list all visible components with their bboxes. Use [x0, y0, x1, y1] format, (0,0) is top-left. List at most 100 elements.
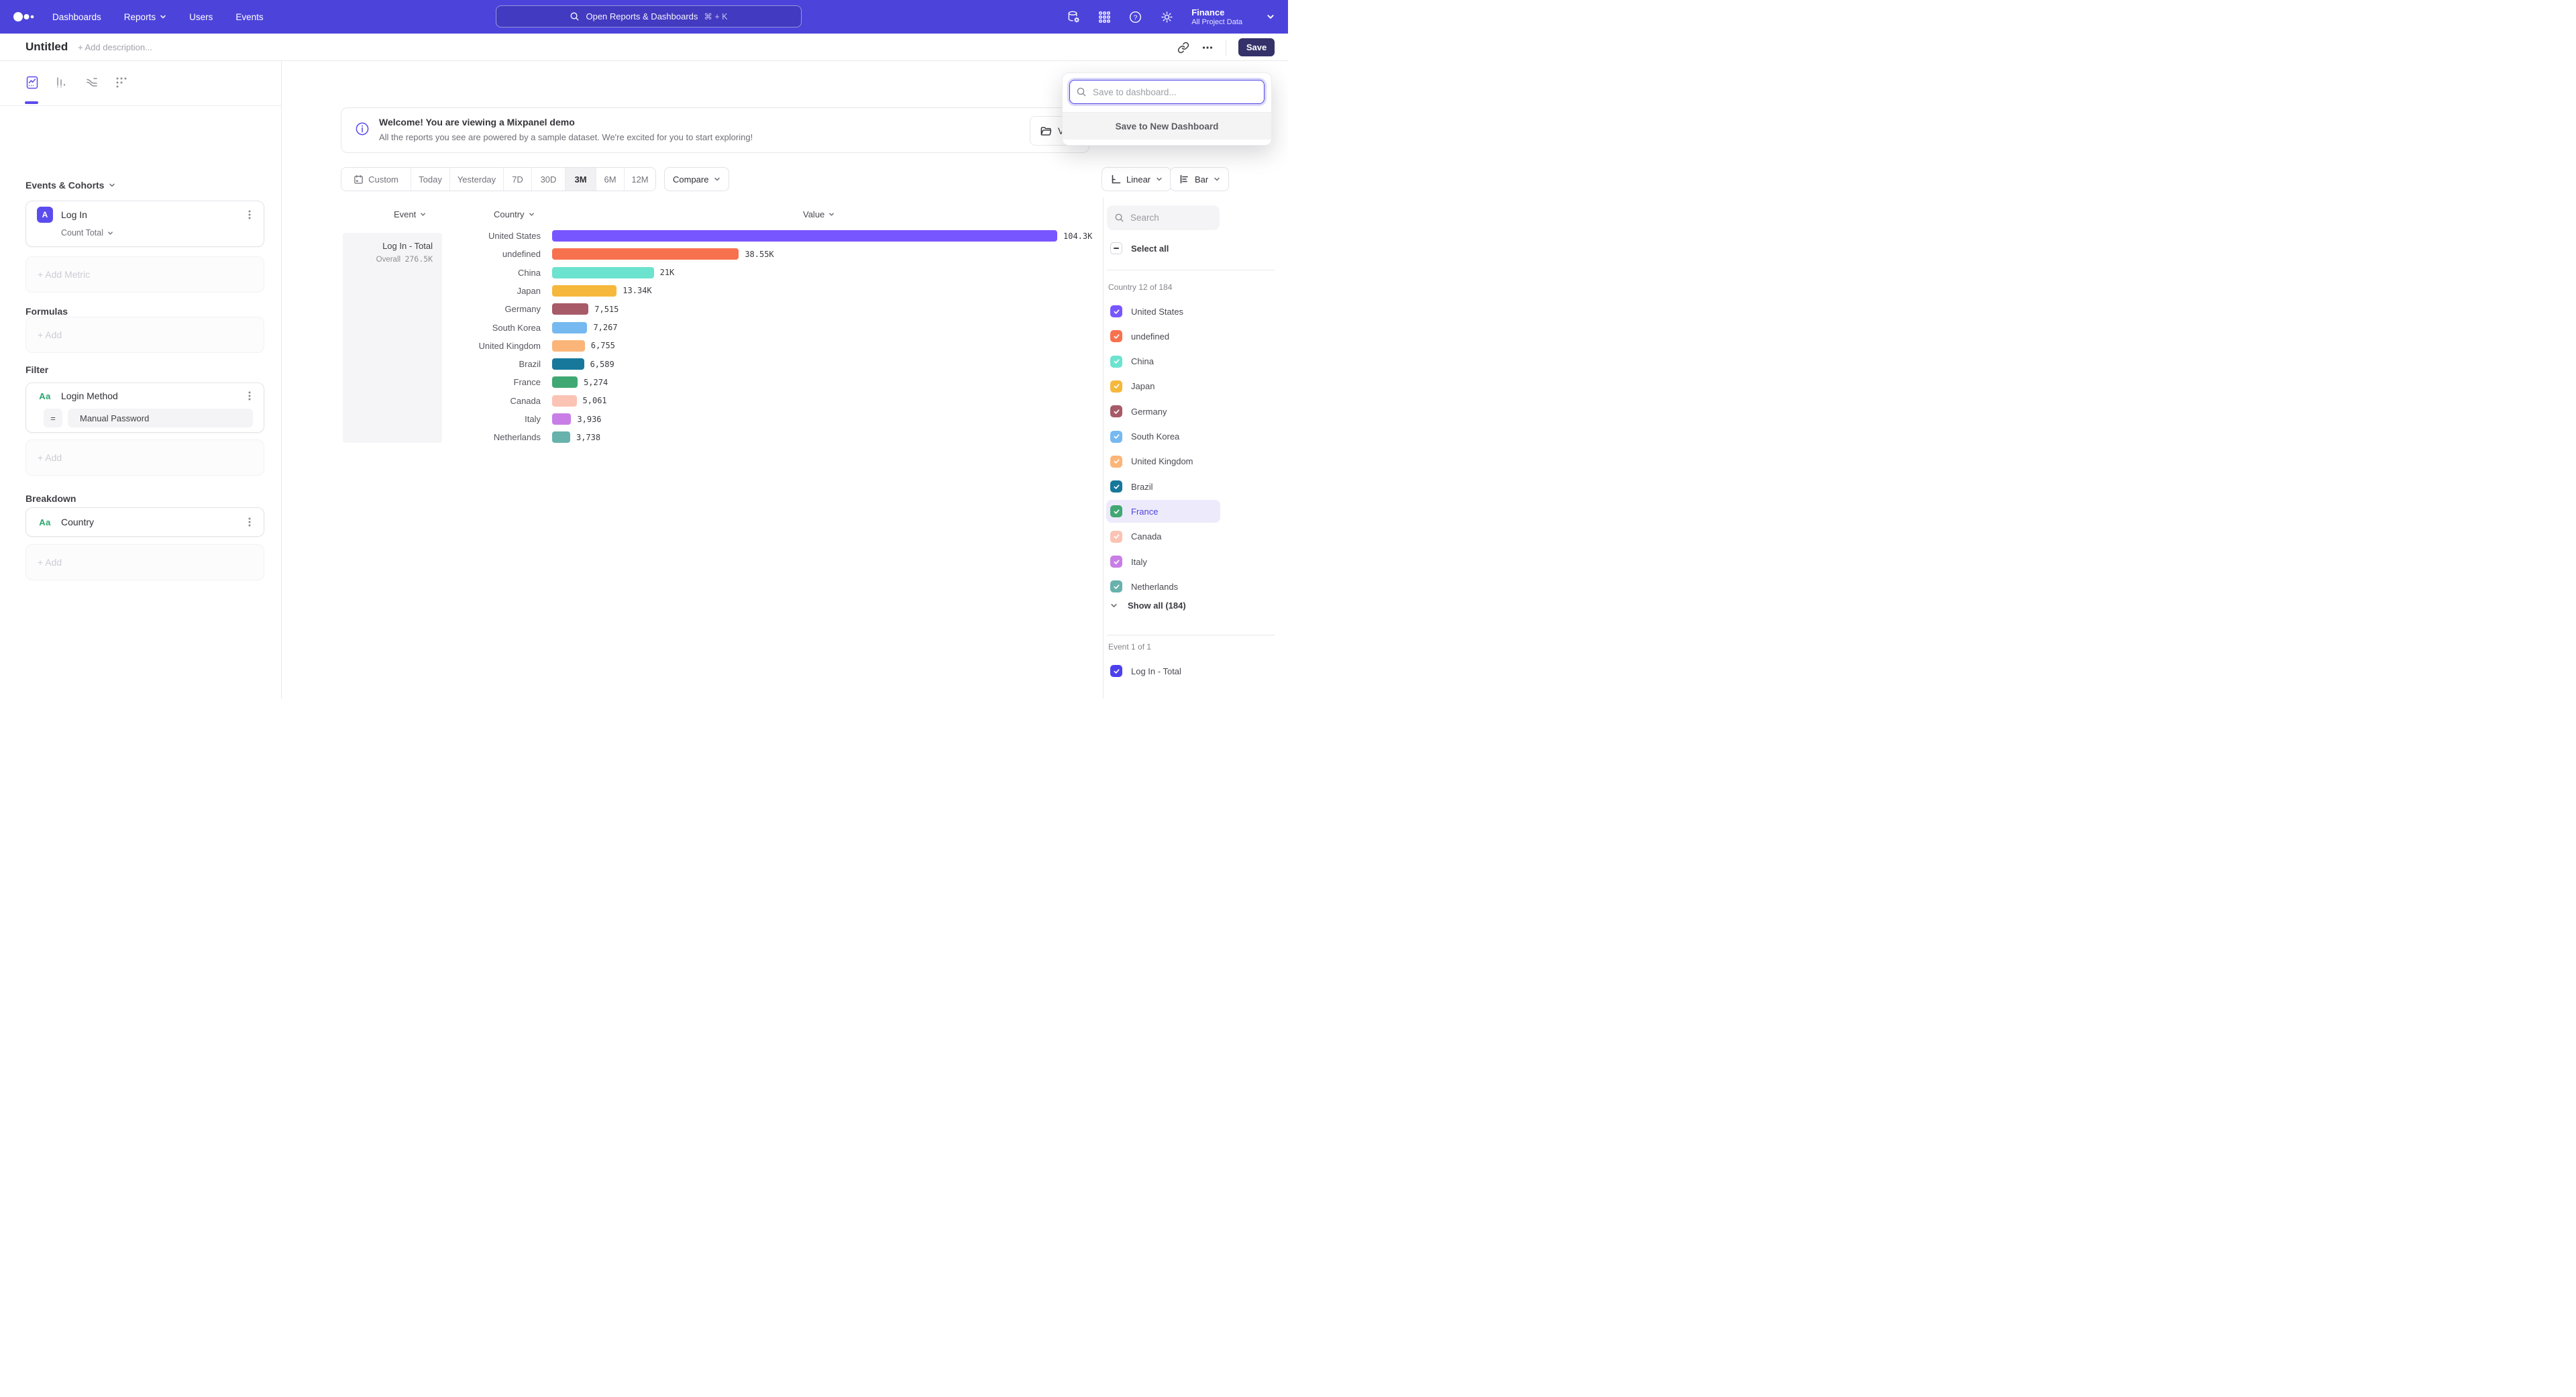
- legend-event-item[interactable]: Log In - Total: [1106, 660, 1220, 682]
- nav-dashboards[interactable]: Dashboards: [52, 12, 101, 22]
- date-range-3m[interactable]: 3M: [566, 168, 596, 191]
- show-all-button[interactable]: Show all (184): [1110, 601, 1186, 611]
- mixpanel-logo-icon[interactable]: [12, 9, 36, 24]
- bar-south-korea[interactable]: [552, 322, 587, 333]
- bar-netherlands[interactable]: [552, 431, 570, 443]
- date-range-7d[interactable]: 7D: [504, 168, 532, 191]
- events-cohorts-header[interactable]: Events & Cohorts: [25, 180, 115, 191]
- bar-united-states[interactable]: [552, 230, 1057, 242]
- legend-item-italy[interactable]: Italy: [1106, 550, 1220, 573]
- nav-reports[interactable]: Reports: [124, 12, 166, 22]
- report-title[interactable]: Untitled: [25, 40, 68, 54]
- legend-checkbox[interactable]: [1110, 305, 1122, 317]
- breakdown-kebab-icon[interactable]: [245, 517, 254, 527]
- add-formula-button[interactable]: + Add: [25, 317, 264, 353]
- legend-checkbox[interactable]: [1110, 505, 1122, 517]
- legend-checkbox[interactable]: [1110, 480, 1122, 493]
- copy-link-icon[interactable]: [1177, 42, 1189, 54]
- legend-checkbox[interactable]: [1110, 330, 1122, 342]
- apps-grid-icon[interactable]: [1098, 11, 1111, 23]
- filter-operator-dropdown[interactable]: =: [44, 409, 62, 427]
- legend-item-united-kingdom[interactable]: United Kingdom: [1106, 450, 1220, 473]
- add-metric-button[interactable]: + Add Metric: [25, 256, 264, 293]
- bar-value-label: 21K: [660, 268, 675, 277]
- legend-checkbox[interactable]: [1110, 380, 1122, 393]
- tab-funnels[interactable]: [55, 76, 68, 89]
- filter-property-name[interactable]: Login Method: [61, 391, 245, 401]
- date-range-12m[interactable]: 12M: [625, 168, 655, 191]
- legend-item-germany[interactable]: Germany: [1106, 400, 1220, 423]
- breakdown-property-name[interactable]: Country: [61, 517, 245, 527]
- legend-item-china[interactable]: China: [1106, 350, 1220, 373]
- filter-kebab-icon[interactable]: [245, 391, 254, 401]
- legend-item-label: United States: [1131, 307, 1183, 317]
- global-search-button[interactable]: Open Reports & Dashboards ⌘ + K: [496, 5, 802, 28]
- settings-gear-icon[interactable]: [1160, 10, 1174, 24]
- more-options-icon[interactable]: [1201, 42, 1214, 54]
- tab-retention[interactable]: [115, 76, 128, 89]
- date-range-custom[interactable]: Custom: [341, 168, 411, 191]
- metric-aggregation-dropdown[interactable]: Count Total: [61, 228, 264, 244]
- legend-checkbox[interactable]: [1110, 431, 1122, 443]
- legend-item-south-korea[interactable]: South Korea: [1106, 425, 1220, 448]
- event-total-cell[interactable]: Log In - Total Overall 276.5K: [343, 233, 442, 443]
- nav-users[interactable]: Users: [189, 12, 213, 22]
- breakdown-card-country[interactable]: Aa Country: [25, 507, 264, 537]
- legend-checkbox[interactable]: [1110, 531, 1122, 543]
- legend-item-united-states[interactable]: United States: [1106, 300, 1220, 323]
- bar-brazil[interactable]: [552, 358, 584, 370]
- project-switcher[interactable]: Finance All Project Data: [1191, 7, 1275, 27]
- value-column-header[interactable]: Value: [803, 209, 835, 219]
- date-range-yesterday[interactable]: Yesterday: [450, 168, 504, 191]
- legend-item-undefined[interactable]: undefined: [1106, 325, 1220, 348]
- bar-china[interactable]: [552, 267, 654, 278]
- select-all-checkbox[interactable]: [1110, 242, 1122, 254]
- bar-united-kingdom[interactable]: [552, 340, 585, 352]
- legend-checkbox[interactable]: [1110, 356, 1122, 368]
- bar-canada[interactable]: [552, 395, 577, 407]
- event-column-header[interactable]: Event: [394, 209, 426, 219]
- nav-events[interactable]: Events: [235, 12, 263, 22]
- add-description-field[interactable]: + Add description...: [78, 42, 152, 52]
- legend-item-netherlands[interactable]: Netherlands: [1106, 575, 1220, 598]
- save-button[interactable]: Save: [1238, 38, 1275, 56]
- legend-checkbox[interactable]: [1110, 556, 1122, 568]
- bar-france[interactable]: [552, 376, 578, 388]
- legend-item-japan[interactable]: Japan: [1106, 375, 1220, 398]
- legend-search-input[interactable]: [1130, 213, 1211, 223]
- add-breakdown-button[interactable]: + Add: [25, 544, 264, 580]
- legend-checkbox[interactable]: [1110, 580, 1122, 592]
- filter-card-login-method[interactable]: Aa Login Method = Manual Password: [25, 382, 264, 433]
- filter-value-dropdown[interactable]: Manual Password: [68, 409, 253, 427]
- tab-insights[interactable]: [25, 76, 39, 89]
- legend-item-france[interactable]: France: [1106, 500, 1220, 523]
- date-range-30d[interactable]: 30D: [532, 168, 566, 191]
- legend-event-checkbox[interactable]: [1110, 665, 1122, 677]
- help-icon[interactable]: ?: [1128, 10, 1142, 24]
- add-filter-button[interactable]: + Add: [25, 439, 264, 476]
- metric-card-log-in[interactable]: A Log In Count Total: [25, 201, 264, 247]
- country-column-header[interactable]: Country: [494, 209, 535, 219]
- date-range-6m[interactable]: 6M: [596, 168, 625, 191]
- bar-undefined[interactable]: [552, 248, 739, 260]
- metric-kebab-icon[interactable]: [245, 209, 254, 220]
- legend-item-brazil[interactable]: Brazil: [1106, 475, 1220, 498]
- data-management-icon[interactable]: [1067, 10, 1081, 24]
- bar-italy[interactable]: [552, 413, 571, 425]
- legend-checkbox[interactable]: [1110, 456, 1122, 468]
- legend-item-canada[interactable]: Canada: [1106, 525, 1220, 548]
- select-all-row[interactable]: Select all: [1110, 242, 1169, 254]
- tab-flows[interactable]: [85, 76, 99, 89]
- legend-search-box[interactable]: [1107, 205, 1220, 230]
- legend-checkbox[interactable]: [1110, 405, 1122, 417]
- save-to-new-dashboard-button[interactable]: Save to New Dashboard: [1063, 113, 1271, 140]
- legend-item-label: Brazil: [1131, 482, 1153, 492]
- compare-dropdown[interactable]: Compare: [664, 167, 729, 191]
- date-range-today[interactable]: Today: [411, 168, 450, 191]
- scale-dropdown[interactable]: Linear: [1102, 167, 1171, 191]
- bar-germany[interactable]: [552, 303, 588, 315]
- bar-japan[interactable]: [552, 285, 616, 297]
- chart-type-dropdown[interactable]: Bar: [1170, 167, 1229, 191]
- save-to-dashboard-input[interactable]: [1069, 80, 1265, 104]
- metric-name[interactable]: Log In: [61, 209, 245, 220]
